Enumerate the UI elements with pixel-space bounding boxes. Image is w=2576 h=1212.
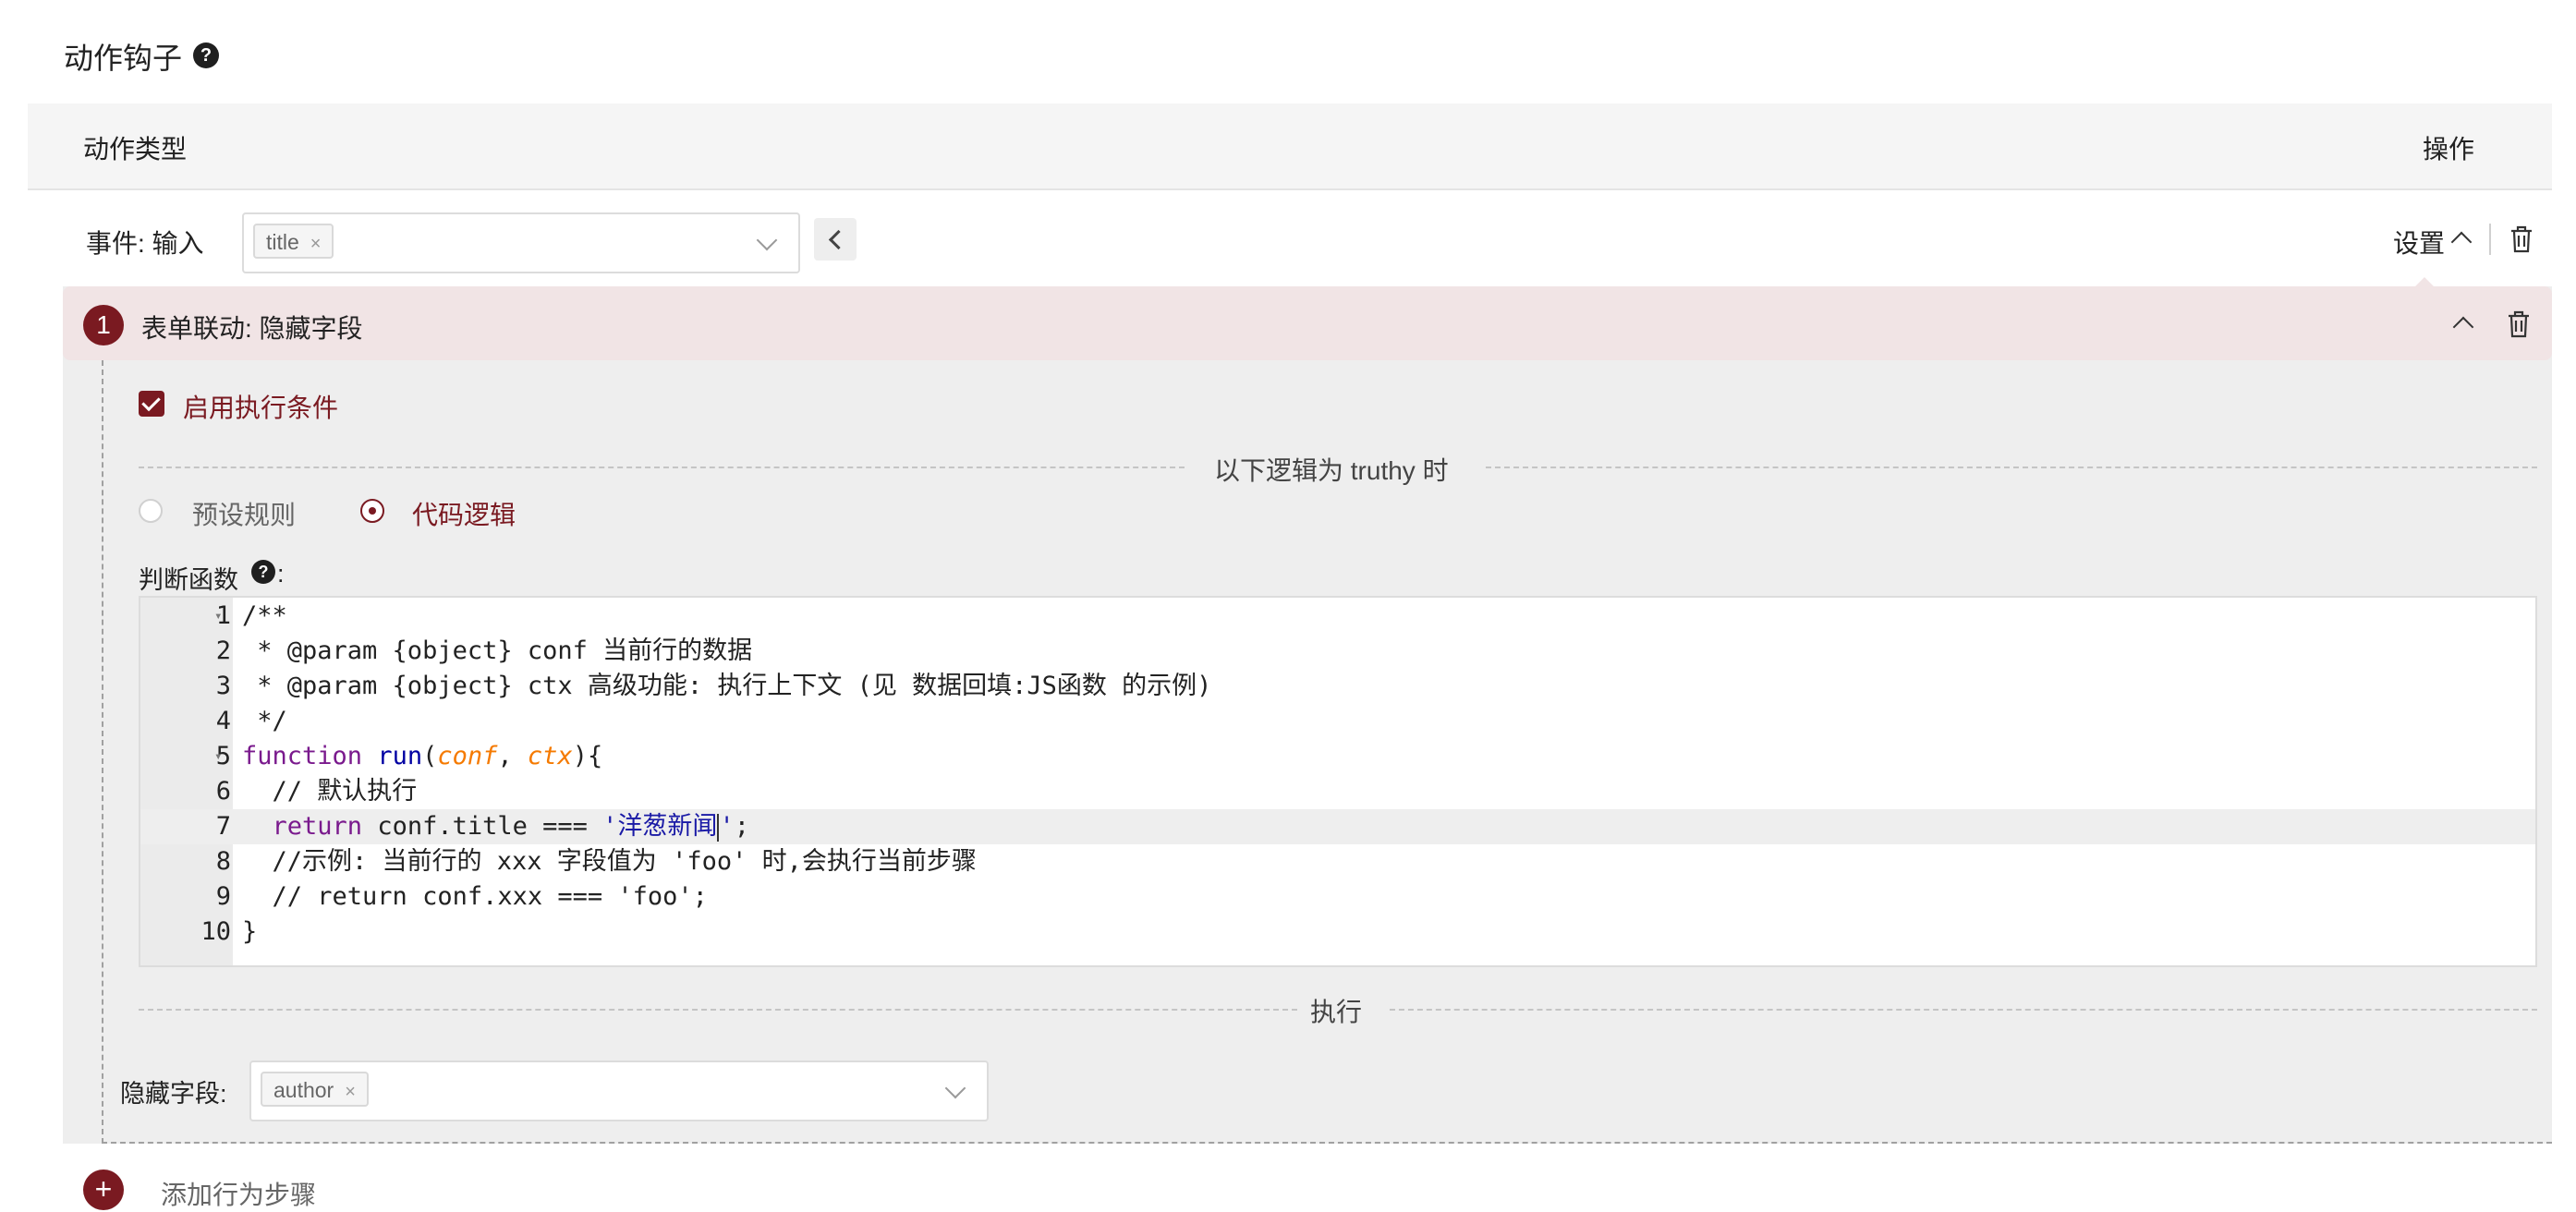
- code-line-10[interactable]: 10 }: [140, 915, 2535, 950]
- settings-button[interactable]: 设置: [2393, 224, 2445, 261]
- code-line-5[interactable]: 5 ▾ function run(conf, ctx){: [140, 739, 2535, 774]
- tag-label: author: [273, 1078, 334, 1102]
- divider-right: [1486, 467, 2537, 468]
- code-line-1[interactable]: 1 ▾ /**: [140, 599, 2535, 634]
- judge-colon: :: [277, 560, 285, 588]
- hide-field-label: 隐藏字段:: [120, 1080, 227, 1108]
- fold-toggle-icon[interactable]: ▾: [214, 739, 222, 774]
- divider-left: [139, 467, 1185, 468]
- enable-condition-checkbox[interactable]: [139, 391, 164, 417]
- question-circle-icon[interactable]: ?: [193, 42, 219, 68]
- fold-toggle-icon[interactable]: ▾: [214, 599, 222, 634]
- event-label: 事件: 输入: [86, 229, 204, 258]
- judge-help-icon[interactable]: ?: [251, 560, 275, 584]
- check-icon: [141, 392, 161, 412]
- column-header-action-type: 动作类型: [83, 135, 188, 164]
- judge-function-label: 判断函数: [139, 566, 238, 594]
- action-title: 表单联动: 隐藏字段: [141, 314, 363, 343]
- collapse-left-button[interactable]: [814, 218, 857, 261]
- page-title: 动作钩子: [64, 42, 183, 75]
- code-line-3[interactable]: 3 * @param {object} ctx 高级功能: 执行上下文 (见 数…: [140, 669, 2535, 704]
- table-header: 动作类型 操作: [28, 103, 2552, 190]
- event-field-select[interactable]: title ×: [242, 212, 800, 273]
- action-header[interactable]: [63, 286, 2552, 360]
- selected-tag: author ×: [261, 1072, 369, 1107]
- delete-action-icon[interactable]: [2507, 310, 2531, 338]
- tag-remove-icon[interactable]: ×: [310, 234, 322, 254]
- add-step-label[interactable]: 添加行为步骤: [161, 1175, 316, 1212]
- settings-label: 设置: [2393, 229, 2446, 258]
- selected-tag: title ×: [253, 224, 334, 259]
- chevron-left-icon: [828, 229, 849, 250]
- enable-condition-label: 启用执行条件: [183, 394, 339, 422]
- divider: [2489, 224, 2491, 255]
- chevron-down-icon: [944, 1077, 966, 1099]
- execute-divider-text: 执行: [1310, 998, 1363, 1026]
- radio-preset-rule[interactable]: [139, 499, 163, 523]
- code-editor[interactable]: 1 ▾ /** 2 * @param {object} conf 当前行的数据 3…: [139, 596, 2537, 967]
- code-line-2[interactable]: 2 * @param {object} conf 当前行的数据: [140, 634, 2535, 669]
- code-line-6[interactable]: 6 // 默认执行: [140, 774, 2535, 809]
- trash-icon[interactable]: [2509, 225, 2533, 253]
- tag-label: title: [266, 230, 299, 254]
- code-line-7-active[interactable]: 7 return conf.title === '洋葱新闻';: [140, 809, 2535, 844]
- add-step-button[interactable]: +: [83, 1170, 124, 1210]
- step-connector-line: [102, 360, 103, 1144]
- radio-preset-label[interactable]: 预设规则: [192, 495, 296, 532]
- chevron-up-icon[interactable]: [2450, 231, 2473, 253]
- radio-code-label[interactable]: 代码逻辑: [412, 495, 516, 532]
- radio-code-logic[interactable]: [360, 499, 384, 523]
- execute-divider-right: [1390, 1009, 2537, 1011]
- code-line-8[interactable]: 8 //示例: 当前行的 xxx 字段值为 'foo' 时,会执行当前步骤: [140, 844, 2535, 879]
- tag-remove-icon[interactable]: ×: [345, 1082, 356, 1102]
- panel-bottom-border: [102, 1142, 2552, 1144]
- hide-field-select[interactable]: author ×: [249, 1060, 989, 1121]
- chevron-down-icon: [756, 229, 778, 251]
- code-line-9[interactable]: 9 // return conf.xxx === 'foo';: [140, 879, 2535, 915]
- code-line-4[interactable]: 4 */: [140, 704, 2535, 739]
- step-number-badge: 1: [83, 305, 124, 345]
- column-header-operation: 操作: [2423, 135, 2475, 164]
- execute-divider-left: [139, 1009, 1297, 1011]
- truthy-divider-text: 以下逻辑为 truthy 时: [1214, 456, 1449, 485]
